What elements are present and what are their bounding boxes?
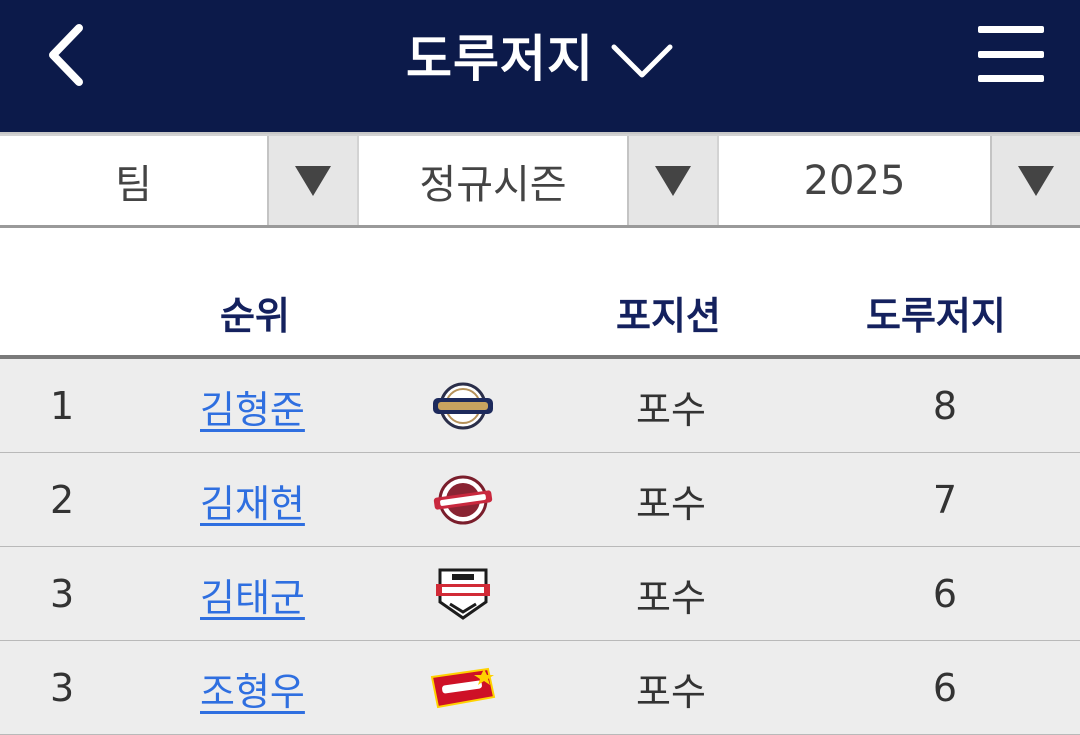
table-row: 3 조형우 포수 6: [0, 641, 1080, 735]
player-name-link[interactable]: 김형준: [200, 379, 305, 434]
position-cell: 포수: [636, 669, 706, 714]
hamburger-menu-icon-bar: [978, 75, 1044, 82]
column-header-rank[interactable]: 순위: [220, 285, 290, 340]
hamburger-menu-icon: [978, 26, 1044, 33]
page-title: 도루저지: [406, 30, 594, 88]
filter-bar: 팀 정규시즌 2025: [0, 132, 1080, 228]
kiwoom-heroes-logo: [428, 453, 498, 547]
ssg-landers-logo: [428, 641, 498, 735]
menu-button[interactable]: [978, 26, 1048, 82]
stat-value-cell: 8: [932, 384, 958, 428]
player-name-link[interactable]: 김재현: [200, 473, 305, 528]
table-row: 3 김태군 포수 6: [0, 547, 1080, 641]
stat-value-cell: 6: [932, 666, 958, 710]
nc-dinos-logo: [428, 359, 498, 453]
player-name-link[interactable]: 김태군: [200, 567, 305, 622]
season-type-value: 정규시즌: [359, 136, 627, 225]
year-value: 2025: [719, 136, 990, 225]
rank-cell: 1: [50, 384, 75, 428]
table-row: 2 김재현 포수 7: [0, 453, 1080, 547]
chevron-down-icon: [610, 43, 674, 79]
stat-value-cell: 6: [932, 572, 958, 616]
team-filter-select[interactable]: 팀: [0, 136, 357, 225]
player-name-link[interactable]: 조형우: [200, 661, 305, 716]
position-cell: 포수: [636, 575, 706, 620]
column-header-stat[interactable]: 도루저지: [866, 285, 1006, 340]
triangle-down-icon[interactable]: [990, 136, 1080, 225]
rank-cell: 3: [50, 572, 75, 616]
season-type-select[interactable]: 정규시즌: [359, 136, 717, 225]
position-cell: 포수: [636, 387, 706, 432]
kia-tigers-logo: [428, 547, 498, 641]
ranking-table-body: 1 김형준 포수 8 2 김재현 포수 7 3 김태군 포수 6 3 조형우 포…: [0, 359, 1080, 735]
rank-cell: 3: [50, 666, 75, 710]
position-cell: 포수: [636, 481, 706, 526]
app-header: 도루저지: [0, 0, 1080, 132]
year-select[interactable]: 2025: [719, 136, 1080, 225]
rank-cell: 2: [50, 478, 75, 522]
table-row: 1 김형준 포수 8: [0, 359, 1080, 453]
team-filter-value: 팀: [0, 136, 267, 225]
stat-value-cell: 7: [932, 478, 958, 522]
title-area: 도루저지: [0, 0, 1080, 110]
hamburger-menu-icon-bar: [978, 50, 1044, 58]
table-header: 순위 포지션 도루저지: [0, 228, 1080, 359]
stat-category-dropdown[interactable]: 도루저지: [406, 19, 674, 91]
triangle-down-icon[interactable]: [627, 136, 717, 225]
column-header-position[interactable]: 포지션: [616, 285, 721, 340]
triangle-down-icon[interactable]: [267, 136, 357, 225]
